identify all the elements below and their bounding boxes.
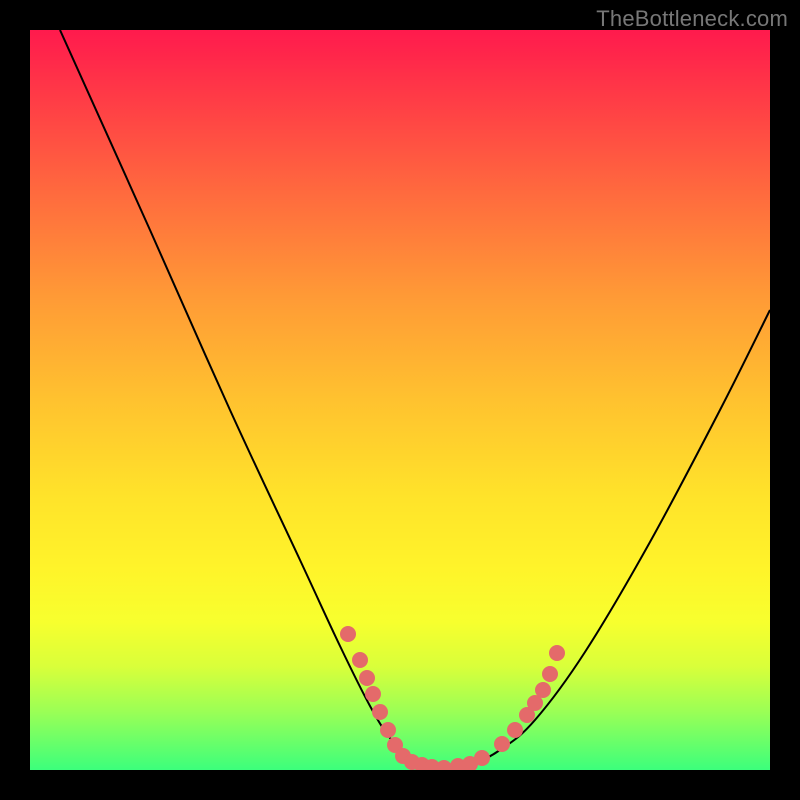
curve-marker-dot [380, 722, 396, 738]
curve-marker-dot [359, 670, 375, 686]
curve-marker-dot [507, 722, 523, 738]
curve-marker-dot [352, 652, 368, 668]
curve-marker-dot [372, 704, 388, 720]
curve-marker-dot [535, 682, 551, 698]
watermark-text: TheBottleneck.com [596, 6, 788, 32]
curve-marker-dot [340, 626, 356, 642]
curve-marker-dot [474, 750, 490, 766]
bottleneck-curve [60, 30, 770, 768]
curve-marker-dot [549, 645, 565, 661]
curve-marker-dot [365, 686, 381, 702]
curve-marker-dot [436, 760, 452, 770]
curve-marker-dot [542, 666, 558, 682]
curve-marker-dot [494, 736, 510, 752]
curve-markers [340, 626, 565, 770]
chart-svg [30, 30, 770, 770]
